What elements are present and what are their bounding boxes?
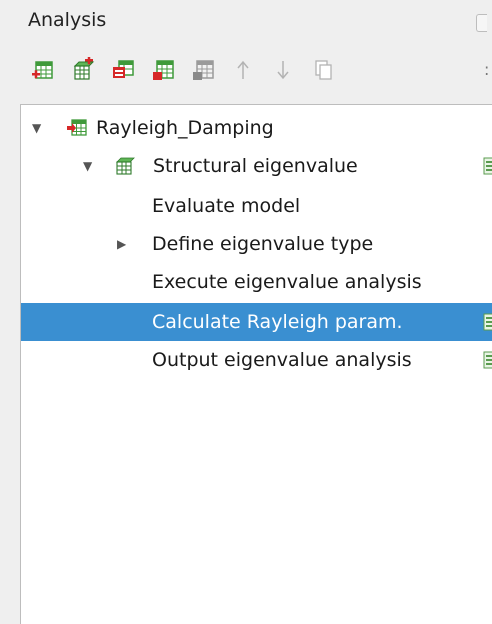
expand-arrow-icon[interactable]: ▶ (117, 225, 126, 263)
arrow-up-icon (237, 60, 249, 79)
output-status-icon (483, 313, 492, 331)
move-down-button[interactable] (268, 55, 298, 85)
export-analysis-button[interactable] (148, 55, 178, 85)
analysis-root-icon (67, 119, 87, 136)
analysis-panel: Analysis: ▼ Rayleigh_Damping ▼ Structur… (0, 0, 492, 624)
tree-item-output-eigenvalue-analysis[interactable]: Output eigenvalue analysis (21, 341, 492, 379)
arrow-down-icon (277, 61, 289, 80)
tree-item-evaluate-model[interactable]: Evaluate model (21, 187, 492, 225)
output-status-icon (483, 351, 492, 369)
tree-item-label: Define eigenvalue type (152, 233, 374, 255)
add-grid-icon (73, 57, 95, 80)
add-analysis-icon (32, 61, 53, 79)
tree-item-label: Evaluate model (152, 195, 301, 217)
tree-item-execute-eigenvalue-analysis[interactable]: Execute eigenvalue analysis (21, 263, 492, 301)
output-status-icon (483, 157, 492, 175)
collapse-arrow-icon[interactable]: ▼ (32, 109, 41, 147)
analysis-export-icon (153, 60, 174, 80)
analysis-tree: ▼ Rayleigh_Damping ▼ Structural eigenval… (20, 104, 492, 624)
copy-icon (315, 60, 332, 80)
analysis-toolbar (28, 54, 348, 86)
collapse-arrow-icon[interactable]: ▼ (83, 147, 92, 185)
tree-item-calculate-rayleigh-param[interactable]: Calculate Rayleigh param. (21, 303, 492, 341)
tree-item-label: Execute eigenvalue analysis (152, 271, 422, 293)
tree-item-label: Output eigenvalue analysis (152, 349, 412, 371)
tree-item-structural-eigenvalue[interactable]: ▼ Structural eigenvalue (21, 147, 492, 185)
analysis-gray-icon (193, 60, 214, 80)
panel-title: Analysis (28, 9, 107, 31)
move-up-button[interactable] (228, 55, 258, 85)
structural-analysis-icon (116, 157, 135, 175)
panel-float-button[interactable] (476, 14, 487, 32)
copy-button[interactable] (308, 55, 338, 85)
tree-item-label: Calculate Rayleigh param. (152, 311, 403, 333)
tree-item-root[interactable]: ▼ Rayleigh_Damping (21, 109, 492, 147)
add-analysis-button[interactable] (28, 55, 58, 85)
tree-item-label: Rayleigh_Damping (96, 117, 274, 139)
add-structural-analysis-button[interactable] (68, 55, 98, 85)
tree-item-define-eigenvalue-type[interactable]: ▶ Define eigenvalue type (21, 225, 492, 263)
disabled-analysis-button[interactable] (188, 55, 218, 85)
tree-item-label: Structural eigenvalue (153, 155, 358, 177)
analysis-rename-icon (113, 60, 134, 78)
toolbar-overflow-icon[interactable]: : (484, 60, 489, 79)
rename-analysis-button[interactable] (108, 55, 138, 85)
